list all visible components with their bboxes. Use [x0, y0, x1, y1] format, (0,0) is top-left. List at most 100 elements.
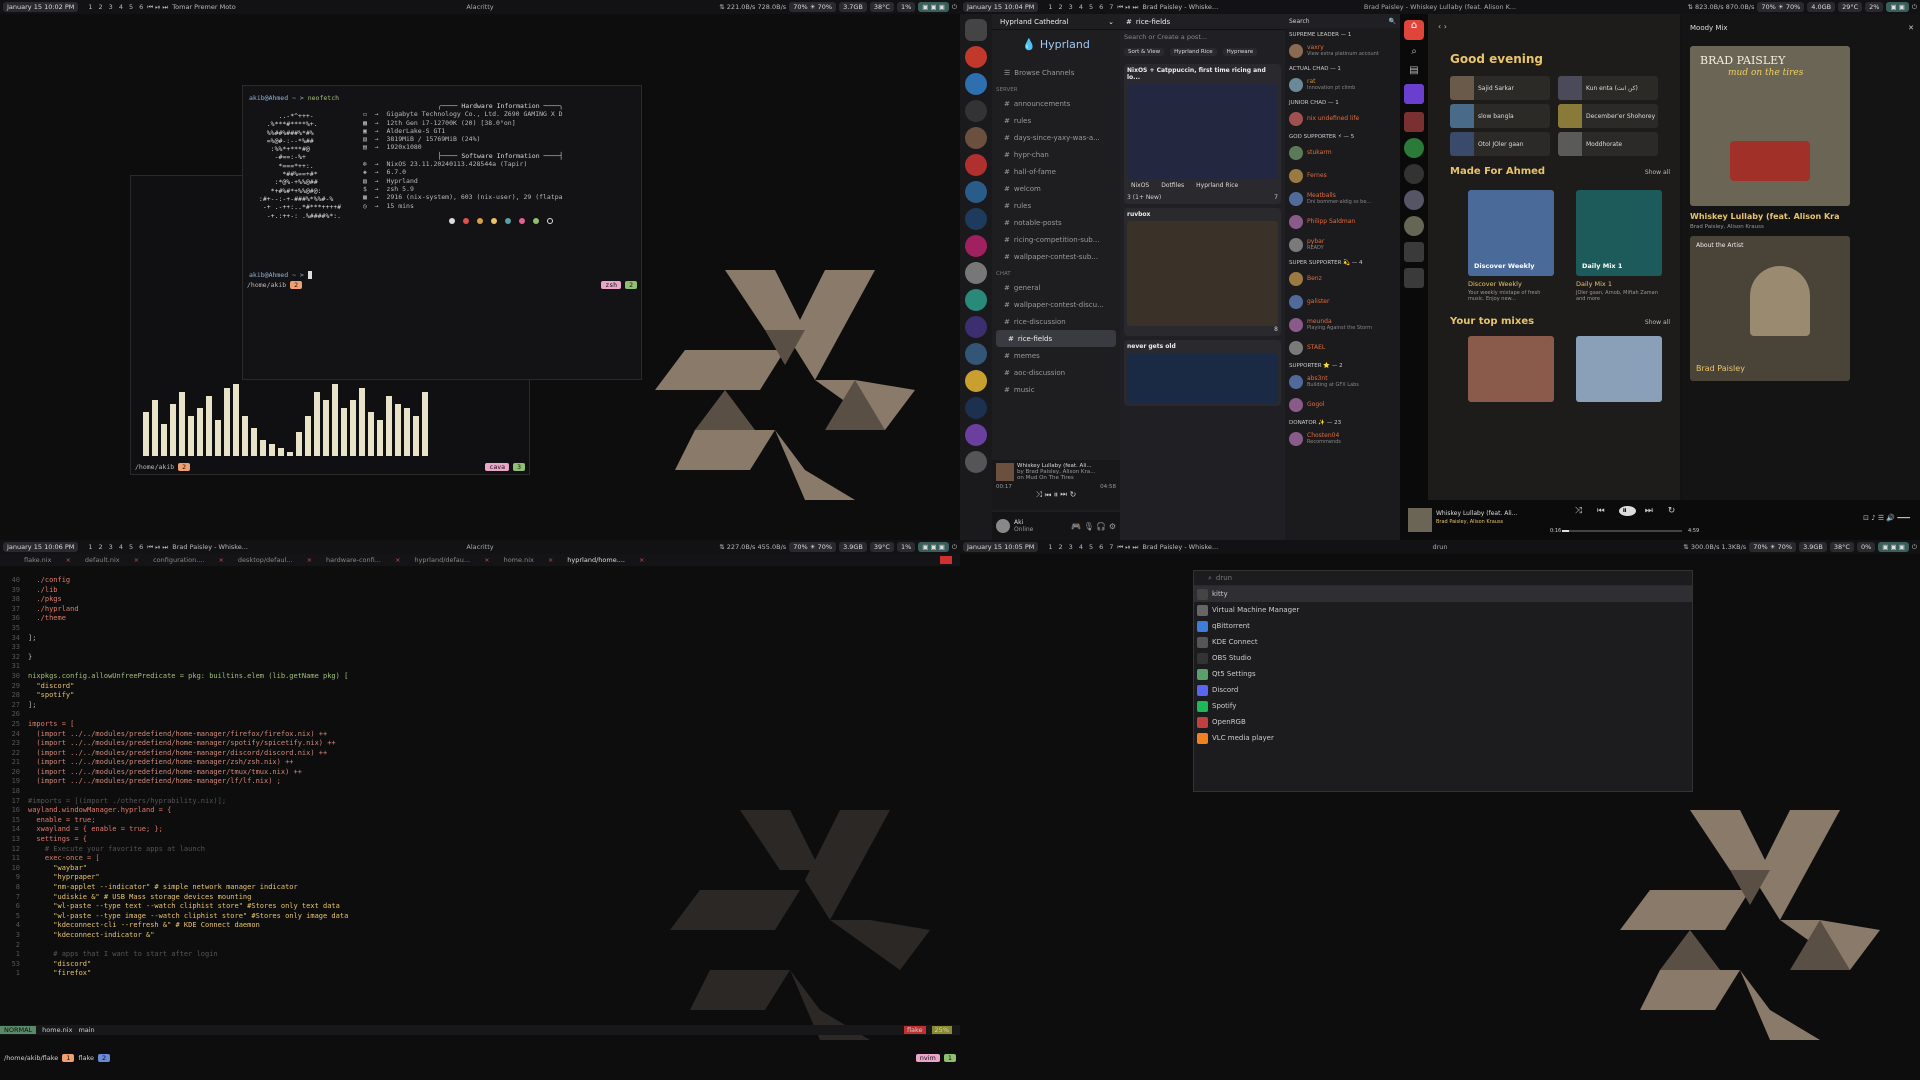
- workspace-button[interactable]: 5: [129, 543, 133, 551]
- media-controls[interactable]: ⏮ ⏯ ⏭: [1117, 3, 1138, 12]
- workspace-button[interactable]: 4: [1079, 3, 1083, 11]
- volume-controls[interactable]: ⊡ ♪ ☰ 🔊 ━━━: [1863, 514, 1910, 522]
- category-server[interactable]: SERVER: [992, 81, 1120, 95]
- player-controls[interactable]: ⤨ ⏮ ⏸ ⏭ ↻: [996, 490, 1116, 500]
- server-icon[interactable]: [965, 262, 987, 284]
- category-chat[interactable]: CHAT: [992, 265, 1120, 279]
- workspace-button[interactable]: 6: [1099, 3, 1103, 11]
- show-all-link[interactable]: Show all: [1645, 169, 1670, 176]
- tray-icons[interactable]: ▣ ▣: [1886, 2, 1909, 12]
- workspace-button[interactable]: 5: [129, 3, 133, 11]
- tray-icons[interactable]: ▣ ▣ ▣: [918, 2, 949, 12]
- workspace-button[interactable]: 2: [99, 3, 103, 11]
- server-icon[interactable]: [965, 154, 987, 176]
- quick-play-tile[interactable]: December'er Shohorey: [1558, 104, 1658, 128]
- workspace-button[interactable]: 5: [1089, 3, 1093, 11]
- quick-play-tile[interactable]: slow bangla: [1450, 104, 1550, 128]
- avatar[interactable]: [996, 519, 1010, 533]
- workspace-button[interactable]: 2: [99, 543, 103, 551]
- playback-controls[interactable]: ⤨ ⏮ ⏸ ⏭ ↻: [1575, 506, 1681, 516]
- server-icon[interactable]: [965, 100, 987, 122]
- tag-filter[interactable]: Hyprware: [1222, 48, 1258, 56]
- workspace-button[interactable]: 4: [119, 3, 123, 11]
- channel-rice-discussion[interactable]: # rice-discussion: [992, 313, 1120, 330]
- close-icon[interactable]: ×: [218, 556, 223, 564]
- workspace-button[interactable]: 6: [139, 543, 143, 551]
- workspace-button[interactable]: 6: [139, 3, 143, 11]
- workspaces[interactable]: 1234567: [1048, 543, 1113, 551]
- power-icon[interactable]: ⏻: [1912, 3, 1917, 12]
- buffer-tab[interactable]: hardware-confi... ×: [326, 556, 400, 564]
- buffer-tab[interactable]: configuration.... ×: [153, 556, 224, 564]
- workspace-button[interactable]: 7: [1109, 3, 1113, 11]
- buffer-tab[interactable]: hyprland/defau... ×: [414, 556, 489, 564]
- forum-post[interactable]: ruvbox 8: [1124, 208, 1281, 336]
- server-icon[interactable]: [965, 46, 987, 68]
- quick-play-tile[interactable]: Sajid Sarkar: [1450, 76, 1550, 100]
- top-mix-card[interactable]: [1468, 336, 1554, 402]
- member-item[interactable]: STAEL: [1285, 336, 1400, 359]
- launcher-item[interactable]: Virtual Machine Manager: [1194, 602, 1692, 618]
- close-icon[interactable]: ×: [484, 556, 489, 564]
- tray-icons[interactable]: ▣ ▣ ▣: [918, 542, 949, 552]
- close-icon[interactable]: ✕: [1908, 24, 1914, 32]
- volume[interactable]: 70% ☀ 70%: [789, 542, 837, 552]
- voice-controls[interactable]: 🎮 🎙 🎧 ⚙: [1071, 522, 1116, 531]
- liked-songs-icon[interactable]: [1404, 84, 1424, 104]
- power-icon[interactable]: ⏻: [1912, 543, 1917, 552]
- channel-wallpaper-contest-discu[interactable]: # wallpaper-contest-discu...: [992, 296, 1120, 313]
- member-item[interactable]: Gogol: [1285, 393, 1400, 416]
- server-icon[interactable]: [965, 127, 987, 149]
- close-icon[interactable]: ×: [134, 556, 139, 564]
- power-icon[interactable]: ⏻: [952, 3, 957, 12]
- server-icon[interactable]: [965, 208, 987, 230]
- server-icon[interactable]: [965, 316, 987, 338]
- close-icon[interactable]: ×: [395, 556, 400, 564]
- server-icon[interactable]: [965, 370, 987, 392]
- volume[interactable]: 70% ☀ 70%: [1757, 2, 1805, 12]
- channel-announcements[interactable]: # announcements: [992, 95, 1120, 112]
- workspace-button[interactable]: 2: [1059, 3, 1063, 11]
- quick-play-tile[interactable]: Kun enta (كن انت): [1558, 76, 1658, 100]
- channel-rules[interactable]: # rules: [992, 112, 1120, 129]
- nav-arrows[interactable]: ‹ ›: [1438, 22, 1447, 31]
- server-name[interactable]: Hyprland Cathedral ⌄: [992, 14, 1120, 30]
- code-editor[interactable]: 40 ./config 39 ./lib 38 ./pkgs 37 ./hyprlan…: [6, 576, 960, 979]
- browse-channels[interactable]: ☰ Browse Channels: [992, 64, 1120, 81]
- neofetch-terminal[interactable]: akib@Ahmed ~ > neofetch ..-*^+++- .%***#…: [242, 85, 642, 380]
- member-item[interactable]: rat Innovation pt climb: [1285, 73, 1400, 96]
- mix-card[interactable]: Daily Mix 1: [1576, 190, 1662, 276]
- workspaces[interactable]: 123456: [88, 543, 143, 551]
- close-icon[interactable]: ×: [548, 556, 553, 564]
- workspace-button[interactable]: 1: [1048, 3, 1052, 11]
- launcher-item[interactable]: kitty: [1194, 586, 1692, 602]
- about-artist-card[interactable]: About the Artist Brad Paisley: [1690, 236, 1850, 381]
- workspace-button[interactable]: 6: [1099, 543, 1103, 551]
- member-item[interactable]: Benz: [1285, 267, 1400, 290]
- library-icon[interactable]: ▤: [1400, 65, 1428, 76]
- channel-aoc-discussion[interactable]: # aoc-discussion: [992, 364, 1120, 381]
- create-post-input[interactable]: Search or Create a post...: [1120, 30, 1285, 44]
- launcher-item[interactable]: KDE Connect: [1194, 634, 1692, 650]
- close-icon[interactable]: [940, 556, 952, 564]
- server-icon[interactable]: [965, 424, 987, 446]
- channel-notable-posts[interactable]: # notable-posts: [992, 214, 1120, 231]
- workspace-button[interactable]: 3: [109, 543, 113, 551]
- channel-hypr-chan[interactable]: # hypr-chan: [992, 146, 1120, 163]
- buffer-tab[interactable]: default.nix ×: [85, 556, 139, 564]
- member-item[interactable]: pybar READY: [1285, 233, 1400, 256]
- server-icon[interactable]: [965, 289, 987, 311]
- playlist-icon[interactable]: [1404, 242, 1424, 262]
- server-icon[interactable]: [965, 397, 987, 419]
- mix-card[interactable]: Discover Weekly: [1468, 190, 1554, 276]
- workspace-button[interactable]: 1: [88, 543, 92, 551]
- tray-icons[interactable]: ▣ ▣ ▣: [1878, 542, 1909, 552]
- channel-rice-fields[interactable]: # rice-fields: [996, 330, 1116, 347]
- launcher-item[interactable]: VLC media player: [1194, 730, 1692, 746]
- workspace-button[interactable]: 4: [1079, 543, 1083, 551]
- buffer-tab[interactable]: home.nix ×: [504, 556, 554, 564]
- workspace-button[interactable]: 4: [119, 543, 123, 551]
- member-item[interactable]: Meatballs Dni bommer-aldig ss be...: [1285, 187, 1400, 210]
- server-icon[interactable]: [965, 73, 987, 95]
- channel-hall-of-fame[interactable]: # hall-of-fame: [992, 163, 1120, 180]
